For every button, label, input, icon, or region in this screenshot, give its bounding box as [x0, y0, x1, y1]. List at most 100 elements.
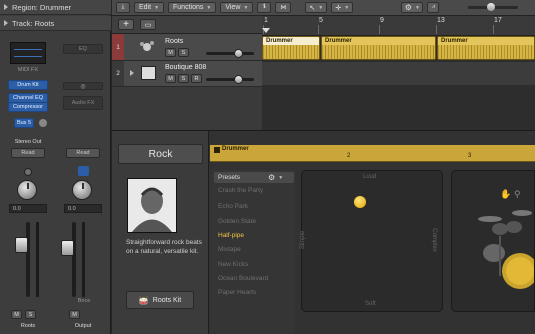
tracks-area[interactable]: Drummer Drummer Drummer — [262, 36, 535, 130]
drummer-region[interactable]: Drummer — [262, 36, 320, 60]
settings-gear-icon[interactable]: ⚙ ▼ — [401, 2, 424, 13]
pan-knob[interactable] — [72, 180, 92, 200]
automation-read-button[interactable]: Read — [11, 148, 45, 158]
preset-item-selected[interactable]: Half-pipe — [218, 232, 244, 239]
edit-menu[interactable]: Edit ▼ — [134, 2, 165, 13]
send-slot[interactable]: Bus 5 — [14, 118, 34, 128]
timeline-ruler[interactable]: 1 5 9 13 17 — [262, 16, 535, 36]
solo-button[interactable]: S — [25, 310, 36, 319]
volume-fader-track[interactable] — [26, 222, 30, 297]
mute-button[interactable]: M — [165, 74, 176, 83]
ruler-bar-number: 1 — [264, 17, 268, 24]
phase-icon[interactable] — [24, 168, 32, 176]
disclosure-triangle-icon — [4, 20, 8, 26]
mute-button[interactable]: M — [69, 310, 80, 319]
pan-knob[interactable] — [17, 180, 37, 200]
volume-value[interactable]: 0.0 — [64, 204, 102, 213]
preset-item[interactable]: New Kicks — [218, 261, 248, 268]
link-icon[interactable]: ◎ — [63, 82, 103, 90]
xy-label-bottom: Soft — [365, 301, 376, 307]
ruler-bar-number: 13 — [437, 17, 445, 24]
zoom-slider-knob[interactable] — [487, 3, 495, 11]
drummer-description: Straightforward rock beats on a natural,… — [126, 239, 202, 255]
track-inspector-header[interactable]: Track: Roots — [0, 16, 111, 31]
track-name[interactable]: Roots — [165, 38, 183, 45]
region-inspector-header[interactable]: Region: Drummer — [0, 0, 111, 15]
track-name[interactable]: Boutique 808 — [165, 64, 206, 71]
track-number: 2 — [112, 61, 124, 86]
region-inspector-label: Region: Drummer — [12, 2, 72, 12]
solo-button[interactable]: S — [178, 48, 189, 57]
audio-fx-slot[interactable]: Audio FX — [63, 96, 103, 110]
track-volume-slider[interactable] — [206, 52, 254, 55]
stereo-icon[interactable] — [78, 166, 89, 176]
volume-fader-cap[interactable] — [61, 240, 74, 256]
secondary-tool[interactable]: ✛ ▼ — [331, 2, 354, 13]
channel-strip-roots: MIDI FX Drum Kit Channel EQ Compressor B… — [2, 32, 54, 334]
add-track-button[interactable]: + — [118, 19, 134, 30]
chevron-down-icon: ▼ — [154, 4, 160, 11]
presets-menu[interactable]: Presets ⚙ ▼ — [214, 172, 294, 183]
volume-fader-cap[interactable] — [15, 237, 28, 253]
mute-button[interactable]: M — [11, 310, 22, 319]
new-folder-button[interactable]: ▭ — [140, 19, 156, 30]
bounce-label[interactable]: Bnce — [69, 298, 99, 304]
eq-slot[interactable]: EQ — [63, 44, 103, 54]
snap-icon[interactable]: ⋈ — [275, 2, 292, 13]
xy-pad[interactable]: Loud Soft Simple Complex — [300, 170, 443, 312]
output-label[interactable]: Stereo Out — [2, 139, 54, 145]
track-list-header: + ▭ — [112, 16, 262, 34]
preset-item[interactable]: Crash the Party — [218, 187, 263, 194]
send-level-knob[interactable] — [39, 119, 47, 127]
chevron-down-icon: ▼ — [243, 4, 249, 11]
track-volume-knob[interactable] — [234, 75, 243, 84]
roots-kit-button[interactable]: 🥁 Roots Kit — [126, 291, 194, 309]
mute-button[interactable]: M — [165, 48, 176, 57]
functions-menu[interactable]: Functions ▼ — [168, 2, 217, 13]
pointer-tool[interactable]: ↖ ▼ — [305, 2, 328, 13]
flex-icon[interactable]: ⥮ — [257, 2, 272, 13]
track-volume-knob[interactable] — [234, 49, 243, 58]
preset-item[interactable]: Ocean Boulevard — [218, 275, 268, 282]
region-label: Drummer — [263, 37, 319, 45]
playhead-icon[interactable] — [262, 28, 270, 33]
preset-item[interactable]: Mixtape — [218, 246, 241, 253]
view-menu[interactable]: View ▼ — [220, 2, 254, 13]
drummer-region-ruler[interactable]: Drummer 2 3 — [210, 145, 535, 162]
track-row-1[interactable]: 1 Roots M S — [112, 34, 262, 61]
track-list-empty-area[interactable] — [112, 87, 262, 130]
drum-machine-icon — [141, 66, 156, 80]
track-volume-slider[interactable] — [206, 78, 254, 81]
volume-fader-track[interactable] — [72, 222, 76, 297]
drummer-region[interactable]: Drummer — [321, 36, 436, 60]
preset-item[interactable]: Echo Park — [218, 203, 248, 210]
functions-menu-label: Functions — [173, 4, 204, 11]
drummer-region-label: Drummer — [222, 146, 249, 152]
xy-label-right: Complex — [430, 228, 437, 252]
volume-value[interactable]: 0.0 — [9, 204, 47, 213]
drummer-region[interactable]: Drummer — [437, 36, 535, 60]
automation-read-button[interactable]: Read — [66, 148, 100, 158]
eq-thumbnail[interactable] — [10, 42, 46, 64]
catch-playhead-button[interactable]: ⤓ — [116, 2, 130, 13]
preset-item[interactable]: Paper Hearts — [218, 289, 256, 296]
record-enable-button[interactable]: R — [191, 74, 202, 83]
kit-piece-pad[interactable]: ✋ ⚲ — [451, 170, 535, 312]
gear-icon[interactable]: ⚙ — [268, 173, 275, 182]
ruler-tick — [318, 25, 319, 34]
drum-kit-icon — [139, 38, 155, 52]
drummer-profile-panel: Rock Straightforward rock beats on a nat… — [112, 131, 209, 334]
genre-button[interactable]: Rock — [118, 144, 203, 164]
region-waveform — [263, 45, 319, 59]
xy-puck[interactable] — [354, 196, 366, 208]
kit-button-label: Roots Kit — [152, 296, 182, 304]
track-row-2[interactable]: 2 Boutique 808 M S R — [112, 61, 262, 87]
drummer-avatar[interactable] — [127, 178, 177, 233]
waveform-zoom-icon[interactable]: ⩘ — [427, 2, 440, 13]
solo-button[interactable]: S — [178, 74, 189, 83]
preset-item[interactable]: Golden State — [218, 218, 256, 225]
track-2-lane[interactable] — [262, 62, 535, 85]
instrument-slot[interactable]: Drum Kit — [8, 80, 48, 90]
plugin-slot-compressor[interactable]: Compressor — [8, 102, 48, 112]
disclosure-triangle-icon[interactable] — [130, 70, 138, 76]
